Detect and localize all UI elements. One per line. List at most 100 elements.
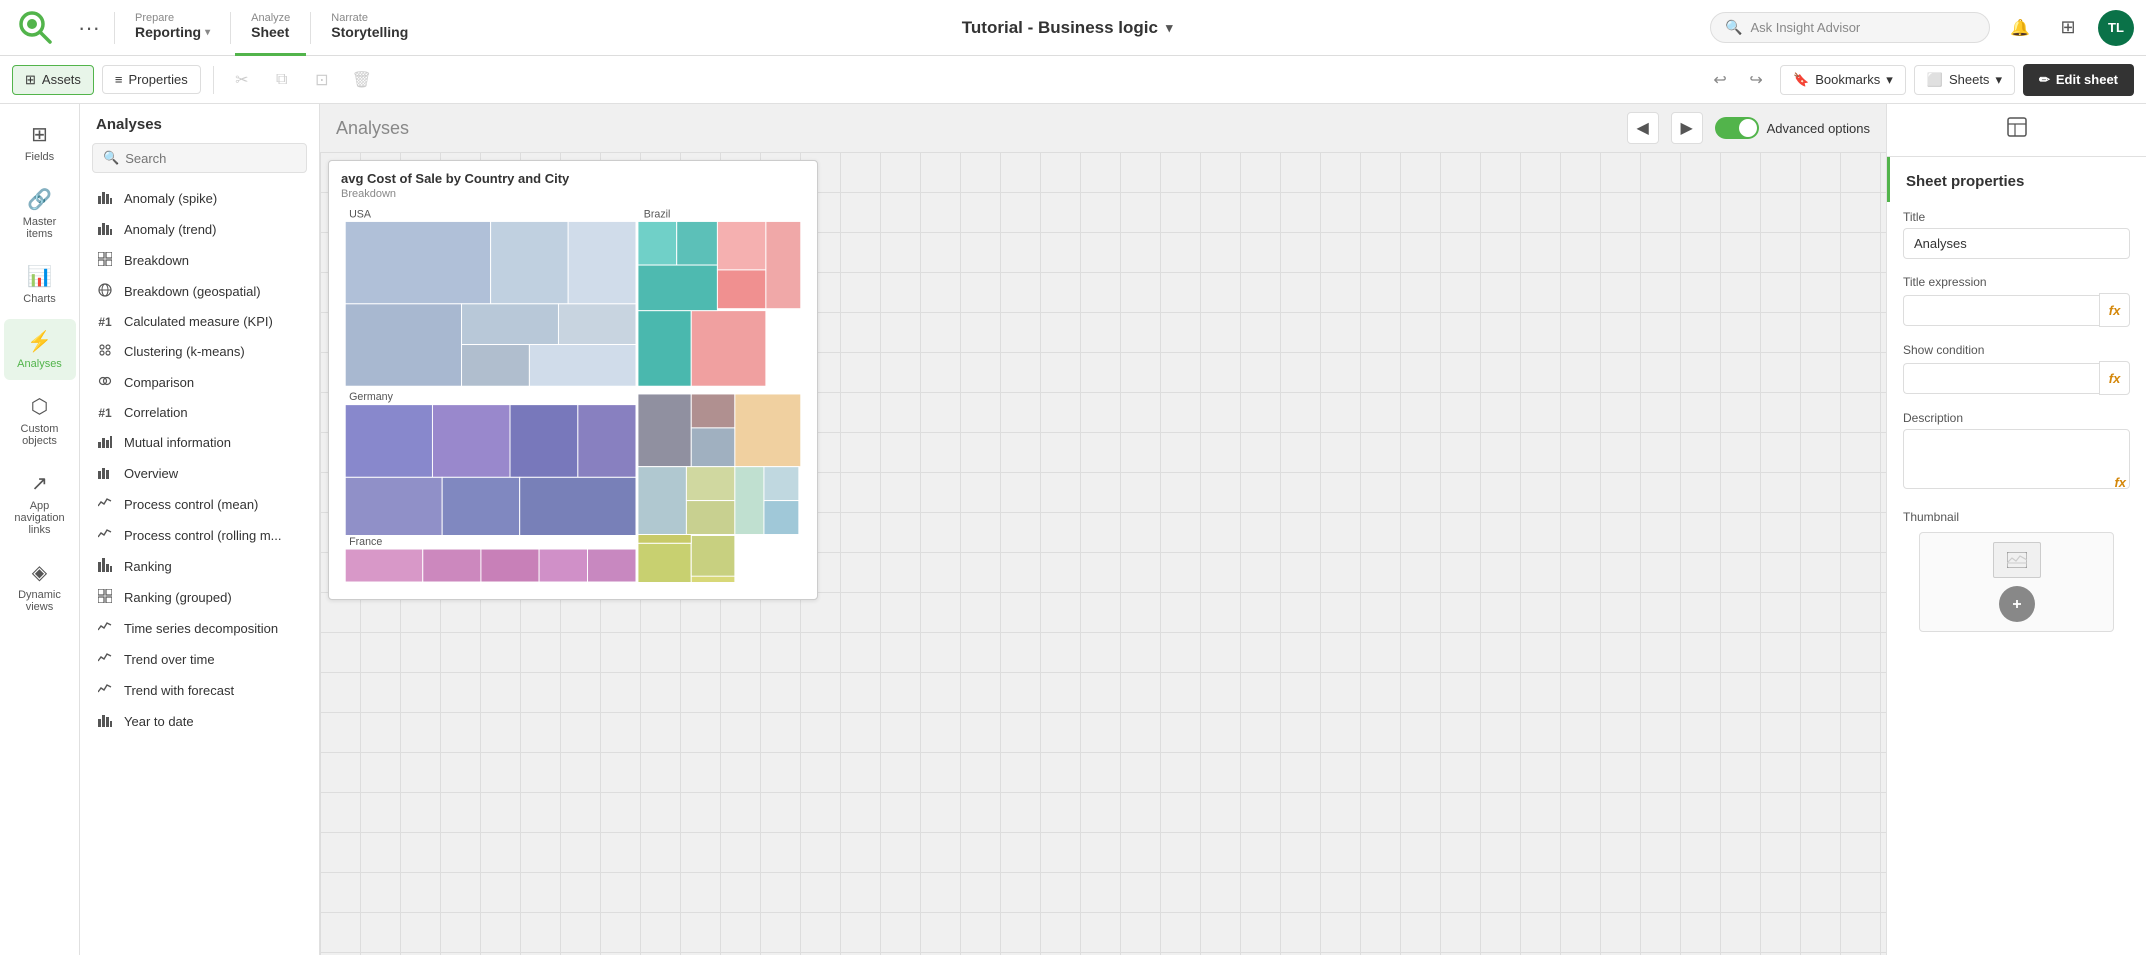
sidebar-item-custom-objects[interactable]: ⬡ Custom objects xyxy=(4,384,76,457)
nav-analyze[interactable]: Analyze Sheet xyxy=(235,0,306,56)
app-nav-icon: ↗ xyxy=(31,471,48,496)
analyses-item-process-mean[interactable]: Process control (mean) xyxy=(84,489,315,520)
title-expression-fx-button[interactable]: fx xyxy=(2099,293,2130,327)
ytd-icon xyxy=(96,713,114,730)
show-condition-field: Show condition fx xyxy=(1887,335,2146,403)
canvas-controls: ◀ ▶ Advanced options xyxy=(1627,112,1870,144)
analyses-item-breakdown-geo[interactable]: Breakdown (geospatial) xyxy=(84,276,315,307)
sidebar-item-app-nav[interactable]: ↗ App navigation links xyxy=(4,461,76,546)
analyses-panel: Analyses 🔍 Anomaly (spike) Anomaly (tren… xyxy=(80,104,320,955)
analyses-item-label: Ranking (grouped) xyxy=(124,590,232,605)
svg-text:USA: USA xyxy=(349,209,372,221)
sidebar-item-fields[interactable]: ⊞ Fields xyxy=(4,112,76,173)
user-avatar[interactable]: TL xyxy=(2098,10,2134,46)
title-input[interactable] xyxy=(1903,228,2130,259)
analyses-item-label: Correlation xyxy=(124,405,188,420)
redo-button[interactable]: ↪ xyxy=(1740,64,1772,96)
analyses-item-trend-time[interactable]: Trend over time xyxy=(84,644,315,675)
nav-divider-1 xyxy=(114,12,115,44)
nav-narrate-sub: Storytelling xyxy=(331,24,408,40)
analyses-item-anomaly-trend[interactable]: Anomaly (trend) xyxy=(84,214,315,245)
treemap-svg: USA Boise 3.08k xyxy=(337,204,809,582)
show-condition-input[interactable] xyxy=(1903,363,2099,394)
nav-prepare[interactable]: Prepare Reporting ▾ xyxy=(119,0,226,56)
nav-more-button[interactable]: ··· xyxy=(68,15,110,41)
analyses-item-anomaly-spike[interactable]: Anomaly (spike) xyxy=(84,183,315,214)
canvas-top-bar: Analyses ◀ ▶ Advanced options xyxy=(320,104,1886,152)
sidebar-icons: ⊞ Fields 🔗 Master items 📊 Charts ⚡ Analy… xyxy=(0,104,80,955)
mutual-info-icon xyxy=(96,434,114,451)
advanced-options-toggle[interactable]: Advanced options xyxy=(1715,117,1870,139)
properties-button[interactable]: ≡ Properties xyxy=(102,65,201,94)
analyses-item-year-to-date[interactable]: Year to date xyxy=(84,706,315,737)
analyses-item-mutual-info[interactable]: Mutual information xyxy=(84,427,315,458)
insight-advisor-search[interactable]: 🔍 Ask Insight Advisor xyxy=(1710,12,1990,43)
bell-icon: 🔔 xyxy=(2010,18,2030,38)
nav-prepare-chevron: ▾ xyxy=(205,27,210,38)
sidebar-item-dynamic-views[interactable]: ◈ Dynamic views xyxy=(4,550,76,623)
bookmarks-label: Bookmarks xyxy=(1815,72,1880,87)
title-expression-row: fx xyxy=(1903,293,2130,327)
qlik-logo[interactable] xyxy=(12,4,60,52)
charts-icon: 📊 xyxy=(27,264,52,289)
show-condition-fx-button[interactable]: fx xyxy=(2099,361,2130,395)
title-expression-input[interactable] xyxy=(1903,295,2099,326)
sheets-button[interactable]: ⬜ Sheets ▾ xyxy=(1914,65,2015,95)
analyses-item-ranking[interactable]: Ranking xyxy=(84,551,315,582)
copy-button[interactable]: ⧉ xyxy=(266,64,298,96)
analyses-search-box[interactable]: 🔍 xyxy=(92,143,307,173)
analyses-item-label: Ranking xyxy=(124,559,172,574)
toggle-switch[interactable] xyxy=(1715,117,1759,139)
description-fx-icon[interactable]: fx xyxy=(2114,475,2126,490)
nav-prepare-sub: Reporting ▾ xyxy=(135,24,210,40)
assets-button[interactable]: ⊞ Assets xyxy=(12,65,94,95)
chart-body: USA Boise 3.08k xyxy=(329,204,817,590)
undo-button[interactable]: ↩ xyxy=(1704,64,1736,96)
grid-icon: ⊞ xyxy=(2060,17,2075,38)
sidebar-item-label: App navigation links xyxy=(12,500,68,536)
undo-redo-group: ↩ ↪ xyxy=(1704,64,1772,96)
analyses-item-label: Process control (rolling m... xyxy=(124,528,282,543)
properties-panel: Sheet properties Title Title expression … xyxy=(1886,104,2146,955)
analyses-item-ranking-grouped[interactable]: Ranking (grouped) xyxy=(84,582,315,613)
analyses-item-correlation[interactable]: #1 Correlation xyxy=(84,398,315,427)
thumbnail-upload-button[interactable] xyxy=(1999,586,2035,622)
insight-search-placeholder: Ask Insight Advisor xyxy=(1750,20,1860,35)
apps-grid-button[interactable]: ⊞ xyxy=(2050,10,2086,46)
trend-time-icon xyxy=(96,651,114,668)
chart-widget[interactable]: avg Cost of Sale by Country and City Bre… xyxy=(328,160,818,600)
line-chart-icon-2 xyxy=(96,527,114,544)
bookmark-icon: 🔖 xyxy=(1793,72,1809,88)
chart-title: avg Cost of Sale by Country and City xyxy=(329,161,817,188)
analyses-item-breakdown[interactable]: Breakdown xyxy=(84,245,315,276)
paste-button[interactable]: ⊡ xyxy=(306,64,338,96)
notifications-button[interactable]: 🔔 xyxy=(2002,10,2038,46)
canvas-prev-button[interactable]: ◀ xyxy=(1627,112,1659,144)
analyses-list: Anomaly (spike) Anomaly (trend) Breakdow… xyxy=(80,183,319,943)
cut-button[interactable]: ✂ xyxy=(226,64,258,96)
delete-button[interactable]: 🗑 xyxy=(346,64,378,96)
analyses-item-label: Trend with forecast xyxy=(124,683,234,698)
bar-chart-icon-2 xyxy=(96,221,114,238)
sidebar-item-charts[interactable]: 📊 Charts xyxy=(4,254,76,315)
properties-icon: ≡ xyxy=(115,72,123,87)
analyses-item-calculated-measure[interactable]: #1 Calculated measure (KPI) xyxy=(84,307,315,336)
show-condition-label: Show condition xyxy=(1903,343,2130,357)
description-textarea[interactable] xyxy=(1903,429,2130,489)
sidebar-item-label: Charts xyxy=(23,293,55,305)
analyses-item-time-series[interactable]: Time series decomposition xyxy=(84,613,315,644)
analyses-item-clustering[interactable]: Clustering (k-means) xyxy=(84,336,315,367)
canvas-next-button[interactable]: ▶ xyxy=(1671,112,1703,144)
analyses-item-overview[interactable]: Overview xyxy=(84,458,315,489)
sidebar-item-analyses[interactable]: ⚡ Analyses xyxy=(4,319,76,380)
app-title[interactable]: Tutorial - Business logic ▾ xyxy=(424,18,1710,38)
sidebar-item-master-items[interactable]: 🔗 Master items xyxy=(4,177,76,250)
bookmarks-button[interactable]: 🔖 Bookmarks ▾ xyxy=(1780,65,1906,95)
analyses-search-input[interactable] xyxy=(125,151,296,166)
analyses-item-process-rolling[interactable]: Process control (rolling m... xyxy=(84,520,315,551)
analyses-item-trend-forecast[interactable]: Trend with forecast xyxy=(84,675,315,706)
advanced-options-label: Advanced options xyxy=(1767,121,1870,136)
nav-narrate[interactable]: Narrate Storytelling xyxy=(315,0,424,56)
analyses-item-comparison[interactable]: Comparison xyxy=(84,367,315,398)
edit-sheet-button[interactable]: ✏ Edit sheet xyxy=(2023,64,2134,96)
